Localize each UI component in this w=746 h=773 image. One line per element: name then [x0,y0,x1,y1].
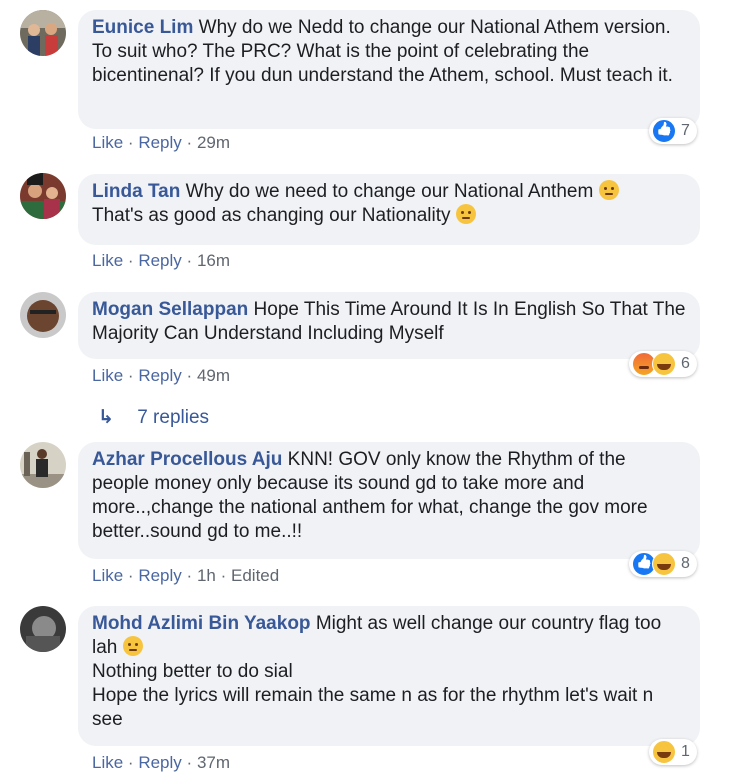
comment-author[interactable]: Mohd Azlimi Bin Yaakop [92,613,311,634]
view-replies-link[interactable]: ↳ 7 replies [98,406,209,429]
separator: · [220,566,227,585]
comment-actions: Like · Reply · 49m [92,366,230,386]
like-button[interactable]: Like [92,366,123,385]
reaction-count: 6 [681,355,690,372]
unamused-face-emoji-icon [455,204,476,224]
thinking-face-emoji-icon [598,180,619,200]
comment-text-line2: Nothing better to do sial [92,661,293,682]
comment-actions: Like · Reply · 29m [92,133,230,153]
haha-reaction-icon [652,352,676,376]
comment-time[interactable]: 29m [197,133,230,152]
reply-button[interactable]: Reply [138,366,181,385]
reaction-count: 7 [681,122,690,139]
separator: · [127,251,134,270]
like-reaction-icon [652,119,676,143]
avatar[interactable] [20,10,66,56]
separator: · [127,366,134,385]
comment-bubble: Mohd Azlimi Bin Yaakop Might as well cha… [78,606,700,746]
reaction-summary[interactable]: 7 [649,118,697,144]
comment-text-line2: That's as good as changing our Nationali… [92,205,451,226]
replies-count-label[interactable]: 7 replies [137,407,209,428]
comment-text-line3: Hope the lyrics will remain the same n a… [92,685,654,730]
separator: · [127,566,134,585]
like-button[interactable]: Like [92,753,123,772]
comment-time[interactable]: 49m [197,366,230,385]
reaction-count: 8 [681,555,690,572]
comment-actions: Like · Reply · 1h · Edited [92,566,279,586]
reaction-summary[interactable]: 1 [649,739,697,765]
avatar[interactable] [20,606,66,652]
separator: · [186,566,193,585]
avatar[interactable] [20,292,66,338]
haha-reaction-icon [652,552,676,576]
comment-time[interactable]: 37m [197,753,230,772]
comment-bubble: Eunice Lim Why do we Nedd to change our … [78,10,700,129]
reply-arrow-icon: ↳ [98,407,114,428]
comment-bubble: Linda Tan Why do we need to change our N… [78,174,700,245]
separator: · [127,133,134,152]
reply-button[interactable]: Reply [138,251,181,270]
comment-bubble: Mogan Sellappan Hope This Time Around It… [78,292,700,359]
edited-label[interactable]: Edited [231,566,279,585]
comment-time[interactable]: 16m [197,251,230,270]
reaction-summary[interactable]: 8 [629,551,697,577]
comment-author[interactable]: Eunice Lim [92,17,193,38]
comment-text: Why do we need to change our National An… [185,181,594,202]
separator: · [186,251,193,270]
comment-actions: Like · Reply · 16m [92,251,230,271]
avatar[interactable] [20,173,66,219]
separator: · [186,366,193,385]
comment-bubble: Azhar Procellous Aju KNN! GOV only know … [78,442,700,559]
reaction-count: 1 [681,743,690,760]
comment-author[interactable]: Mogan Sellappan [92,299,248,320]
separator: · [186,753,193,772]
eye-roll-face-emoji-icon [122,636,143,656]
haha-reaction-icon [652,740,676,764]
avatar[interactable] [20,442,66,488]
like-button[interactable]: Like [92,566,123,585]
separator: · [127,753,134,772]
comment-author[interactable]: Azhar Procellous Aju [92,449,282,470]
reaction-summary[interactable]: 6 [629,351,697,377]
reply-button[interactable]: Reply [138,753,181,772]
comment-author[interactable]: Linda Tan [92,181,180,202]
reply-button[interactable]: Reply [138,566,181,585]
reply-button[interactable]: Reply [138,133,181,152]
comment-time[interactable]: 1h [197,566,216,585]
separator: · [186,133,193,152]
comment-actions: Like · Reply · 37m [92,753,230,773]
like-button[interactable]: Like [92,251,123,270]
like-button[interactable]: Like [92,133,123,152]
